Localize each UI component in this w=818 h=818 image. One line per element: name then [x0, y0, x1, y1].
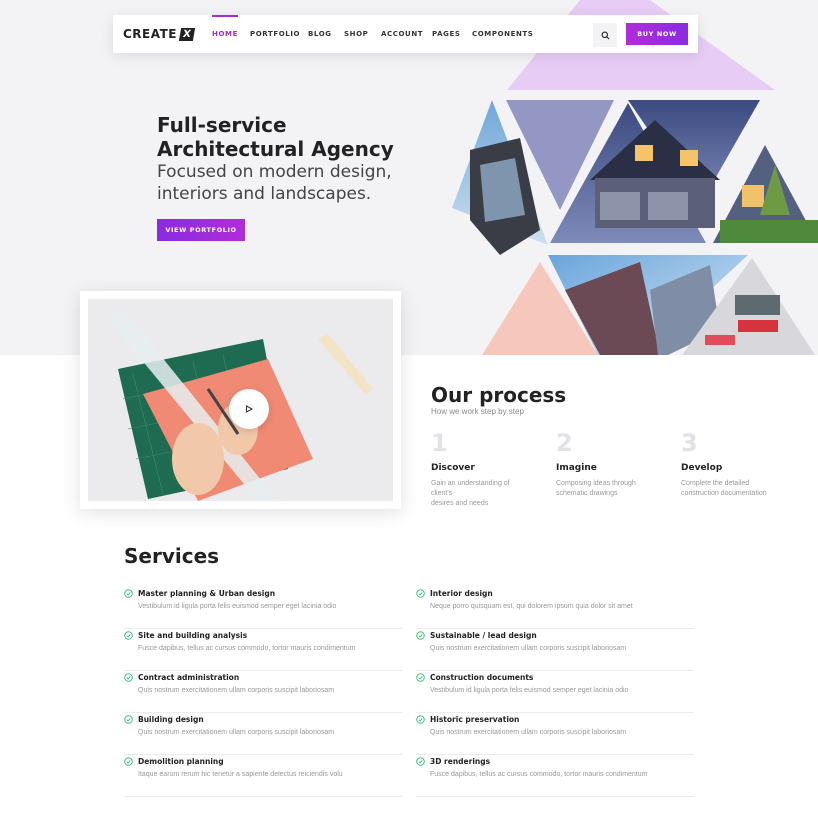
hero-title-line-2: Architectural Agency — [157, 137, 394, 161]
view-portfolio-button[interactable]: VIEW PORTFOLIO — [157, 219, 245, 241]
step-title: Develop — [681, 463, 723, 473]
house-window-2 — [680, 150, 698, 166]
buy-now-button[interactable]: BUY NOW — [626, 23, 688, 45]
service-item: Historic preservation Quis nostrum exerc… — [416, 713, 694, 755]
check-icon — [124, 673, 133, 682]
service-description: Vestibulum id ligula porta felis euismod… — [138, 603, 337, 610]
service-item: Contract administration Quis nostrum exe… — [124, 671, 402, 713]
service-description: Neque porro quisquam est, qui dolorem ip… — [430, 603, 633, 610]
step-title: Discover — [431, 463, 475, 473]
video-card — [80, 291, 401, 509]
check-icon — [416, 757, 425, 766]
service-item: Master planning & Urban design Vestibulu… — [124, 587, 402, 629]
brand-mark: X — [178, 27, 196, 41]
service-description: Vestibulum id ligula porta felis euismod… — [430, 687, 629, 694]
process-title: Our process — [431, 383, 567, 407]
service-name: Site and building analysis — [138, 631, 248, 640]
nav-item-portfolio[interactable]: PORTFOLIO — [250, 15, 300, 53]
service-item: Sustainable / lead design Quis nostrum e… — [416, 629, 694, 671]
step-title: Imagine — [556, 463, 597, 473]
play-icon — [246, 405, 253, 413]
lawn — [720, 220, 818, 243]
service-description: Fusce dapibus, tellus ac cursus commodo,… — [138, 645, 356, 652]
search-icon — [601, 31, 609, 39]
service-description: Quis nostrum exercitationem ullam corpor… — [430, 645, 627, 652]
interior-seat — [705, 335, 735, 345]
service-description: Quis nostrum exercitationem ullam corpor… — [430, 729, 627, 736]
service-item: Site and building analysis Fusce dapibus… — [124, 629, 402, 671]
navbar: CREATE X HOME PORTFOLIO BLOG SHOP ACCOUN… — [113, 15, 698, 53]
service-name: Construction documents — [430, 673, 534, 682]
nav-item-account[interactable]: ACCOUNT — [381, 15, 423, 53]
step-description-line: construction documentation — [681, 490, 767, 497]
step-description: Gain an understanding of client's desire… — [431, 479, 531, 509]
service-description: Fusce dapibus, tellus ac cursus commodo,… — [430, 771, 648, 778]
service-item: Building design Quis nostrum exercitatio… — [124, 713, 402, 755]
service-item: Construction documents Vestibulum id lig… — [416, 671, 694, 713]
search-button[interactable] — [593, 23, 617, 47]
nav-item-blog[interactable]: BLOG — [308, 15, 332, 53]
check-icon — [124, 715, 133, 724]
check-icon — [124, 589, 133, 598]
check-icon — [124, 631, 133, 640]
brand-name: CREATE — [123, 27, 177, 41]
step-number: 3 — [681, 429, 698, 457]
check-icon — [416, 715, 425, 724]
services-title: Services — [124, 544, 220, 568]
check-icon — [416, 589, 425, 598]
service-item: Demolition planning Itaque earum rerum h… — [124, 755, 402, 797]
step-description: Composing ideas through schematic drawin… — [556, 479, 656, 499]
service-item: Interior design Neque porro quisquam est… — [416, 587, 694, 629]
check-icon — [416, 673, 425, 682]
hero-subtitle-line-1: Focused on modern design, — [157, 162, 392, 182]
process-step: 1 Discover Gain an understanding of clie… — [431, 430, 531, 509]
step-description-line: Complete the detailed — [681, 480, 750, 487]
service-description: Quis nostrum exercitationem ullam corpor… — [138, 729, 335, 736]
process-step: 2 Imagine Composing ideas through schema… — [556, 430, 656, 499]
process-step: 3 Develop Complete the detailed construc… — [681, 430, 781, 499]
service-name: Sustainable / lead design — [430, 631, 537, 640]
step-number: 1 — [431, 429, 448, 457]
check-icon — [416, 631, 425, 640]
nav-item-shop[interactable]: SHOP — [344, 15, 368, 53]
service-name: Demolition planning — [138, 757, 224, 766]
service-name: 3D renderings — [430, 757, 491, 766]
yard-window — [742, 185, 764, 207]
nav-item-home[interactable]: HOME — [212, 15, 238, 53]
play-button[interactable] — [229, 389, 269, 429]
step-description: Complete the detailed construction docum… — [681, 479, 781, 499]
service-name: Master planning & Urban design — [138, 589, 276, 598]
check-icon — [124, 757, 133, 766]
step-description-line: desires and needs — [431, 500, 489, 507]
garage-door-2 — [648, 192, 688, 220]
brand-logo[interactable]: CREATE X — [123, 27, 196, 41]
service-name: Contract administration — [138, 673, 240, 682]
step-description-line: schematic drawings — [556, 490, 618, 497]
video-thumbnail[interactable] — [88, 299, 393, 501]
hero-title-line-1: Full-service — [157, 113, 287, 137]
interior-wall — [735, 295, 780, 315]
hero-image-collage — [452, 0, 818, 355]
service-description: Quis nostrum exercitationem ullam corpor… — [138, 687, 335, 694]
interior-sofa — [738, 320, 778, 332]
house-window-1 — [635, 145, 653, 161]
service-name: Interior design — [430, 589, 493, 598]
service-name: Historic preservation — [430, 715, 520, 724]
service-description: Itaque earum rerum hic tenetur a sapient… — [138, 771, 343, 778]
hero-subtitle: Focused on modern design, interiors and … — [157, 161, 457, 205]
step-description-line: Composing ideas through — [556, 480, 636, 487]
service-name: Building design — [138, 715, 204, 724]
step-description-line: Gain an understanding of client's — [431, 480, 510, 497]
hero-title: Full-service Architectural Agency — [157, 113, 457, 161]
process-subtitle: How we work step by step — [431, 407, 524, 416]
garage-door — [600, 192, 640, 220]
nav-item-components[interactable]: COMPONENTS — [472, 15, 533, 53]
step-number: 2 — [556, 429, 573, 457]
nav-item-pages[interactable]: PAGES — [432, 15, 460, 53]
hero-subtitle-line-2: interiors and landscapes. — [157, 184, 372, 204]
service-item: 3D renderings Fusce dapibus, tellus ac c… — [416, 755, 694, 797]
